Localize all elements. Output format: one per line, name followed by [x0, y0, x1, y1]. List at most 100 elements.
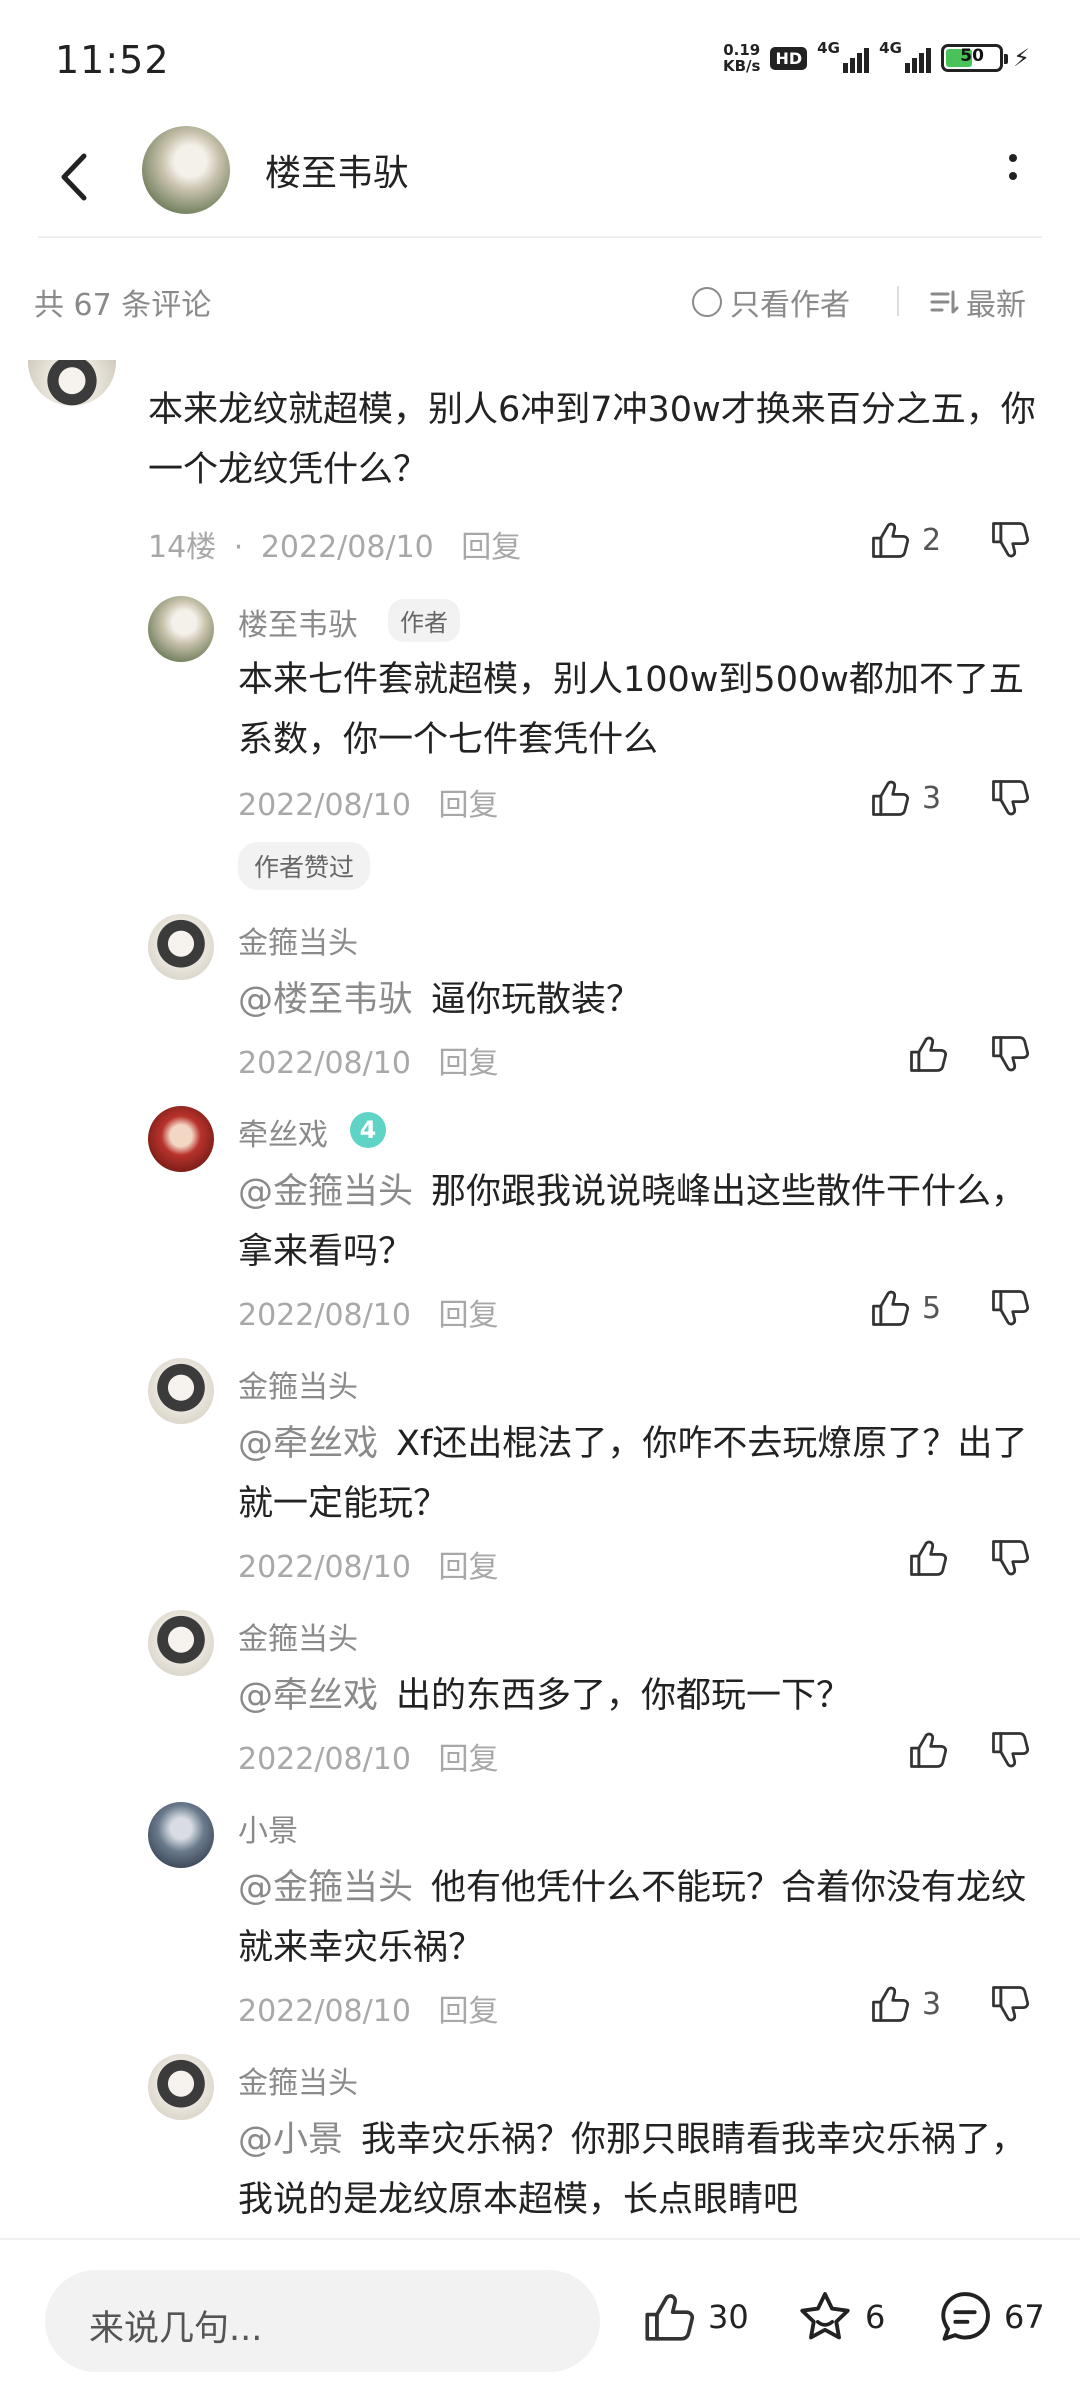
avatar[interactable]: [28, 360, 116, 406]
only-author-toggle[interactable]: 只看作者: [692, 280, 850, 324]
reply-author-name[interactable]: 牵丝戏: [238, 1110, 328, 1154]
only-author-label: 只看作者: [730, 288, 850, 323]
back-arrow-icon: [61, 153, 87, 201]
mention[interactable]: @小景: [238, 2120, 343, 2160]
status-time: 11:52: [55, 38, 170, 82]
reply-meta: 2022/08/10 回复: [238, 780, 498, 824]
thumb-down-icon[interactable]: [988, 1286, 1032, 1330]
reply-meta: 2022/08/10 回复: [238, 1542, 498, 1586]
like-count: 3: [922, 1986, 942, 2022]
thumb-down-icon[interactable]: [988, 1032, 1032, 1076]
signal-icon: 4G: [817, 39, 870, 73]
filter-bar: 共 67 条评论 只看作者 最新: [0, 270, 1080, 330]
reply-button[interactable]: 回复: [438, 1742, 498, 1777]
comment-bubble-icon: [941, 2292, 990, 2341]
comments-count: 67: [1004, 2298, 1045, 2336]
avatar[interactable]: [148, 1610, 214, 1676]
comment-content: 本来龙纹就超模，别人6冲到7冲30w才换来百分之五，你一个龙纹凭什么？: [148, 390, 1036, 490]
filter-divider: [897, 286, 899, 316]
thumb-up-icon: [640, 2288, 698, 2346]
reply-content: 本来七件套就超模，别人100w到500w都加不了五系数，你一个七件套凭什么: [238, 660, 1024, 760]
favorite-count: 6: [865, 2298, 886, 2336]
radio-icon: [692, 287, 722, 317]
reply-button[interactable]: 回复: [438, 1550, 498, 1585]
like-button[interactable]: 3: [868, 1982, 941, 2026]
reply-content: @金箍当头 他有他凭什么不能玩？合着你没有龙纹就来幸灾乐祸？: [238, 1868, 1027, 1968]
reply-content: @牵丝戏 Xf还出棍法了，你咋不去玩燎原了？出了就一定能玩？: [238, 1424, 1028, 1524]
reply-author-name[interactable]: 金箍当头: [238, 1614, 358, 1658]
like-button[interactable]: 3: [868, 776, 941, 820]
reply-meta: 2022/08/10 回复: [238, 1038, 498, 1082]
comment-date: 2022/08/10: [260, 530, 434, 565]
status-icons: 0.19 KB/s HD 4G 4G 50 ⚡: [723, 39, 1030, 75]
sort-icon: [930, 290, 959, 314]
reply-button[interactable]: 回复: [438, 1298, 498, 1333]
reply-button[interactable]: 回复: [438, 788, 498, 823]
bottom-bar: 来说几句... 30 6 67: [0, 2238, 1080, 2400]
avatar[interactable]: [148, 1106, 214, 1172]
favorite-button[interactable]: 6: [795, 2288, 885, 2346]
like-count: 3: [922, 780, 942, 816]
thumb-down-icon[interactable]: [988, 1728, 1032, 1772]
mention[interactable]: @金箍当头: [238, 1172, 413, 1212]
reply-button[interactable]: 回复: [438, 1994, 498, 2029]
more-options-button[interactable]: [1006, 150, 1020, 190]
status-bar: 11:52 0.19 KB/s HD 4G 4G 50 ⚡: [0, 0, 1080, 120]
like-count: 5: [922, 1290, 942, 1326]
back-button[interactable]: [50, 142, 96, 212]
more-dot-icon: [1009, 154, 1017, 162]
reply-content: @小景 我幸灾乐祸？你那只眼睛看我幸灾乐祸了，我说的是龙纹原本超模，长点眼睛吧: [238, 2120, 1027, 2220]
thumb-up-icon: [868, 776, 912, 820]
reply-author-name[interactable]: 金箍当头: [238, 1362, 358, 1406]
reply-author-name[interactable]: 小景: [238, 1806, 298, 1850]
reply-meta: 2022/08/10 回复: [238, 1290, 498, 1334]
thumb-down-icon[interactable]: [988, 518, 1032, 562]
reply-author-name[interactable]: 金箍当头: [238, 2058, 358, 2102]
thumb-up-icon[interactable]: [906, 1536, 950, 1580]
like-button[interactable]: 5: [868, 1286, 941, 1330]
avatar[interactable]: [148, 914, 214, 980]
avatar[interactable]: [148, 2054, 214, 2120]
thumb-up-icon[interactable]: [906, 1032, 950, 1076]
comment-meta: 14楼 · 2022/08/10 回复: [148, 530, 522, 565]
header-avatar[interactable]: [142, 126, 230, 214]
reply-author-name[interactable]: 楼至韦驮: [238, 600, 358, 644]
battery-icon: 50: [941, 44, 1009, 72]
thumb-down-icon[interactable]: [988, 776, 1032, 820]
mention[interactable]: @牵丝戏: [238, 1676, 378, 1716]
header: 楼至韦驮: [0, 120, 1080, 238]
avatar[interactable]: [148, 1358, 214, 1424]
reply-date: 2022/08/10: [238, 1550, 411, 1585]
post-like-button[interactable]: 30: [640, 2288, 749, 2346]
avatar[interactable]: [148, 596, 214, 662]
avatar[interactable]: [148, 1802, 214, 1868]
thumb-up-icon: [868, 518, 912, 562]
reply-author-name[interactable]: 金箍当头: [238, 918, 358, 962]
hd-icon: HD: [770, 46, 808, 70]
header-divider: [38, 236, 1042, 238]
author-tag: 作者: [388, 599, 460, 642]
comment-input-placeholder: 来说几句...: [89, 2309, 263, 2349]
thumb-up-icon[interactable]: [906, 1728, 950, 1772]
sort-button[interactable]: 最新: [928, 280, 1026, 324]
mention[interactable]: @金箍当头: [238, 1868, 413, 1908]
reply-content: @楼至韦驮 逼你玩散装？: [238, 980, 642, 1020]
comment-count: 共 67 条评论: [34, 288, 212, 323]
thumb-down-icon[interactable]: [988, 1982, 1032, 2026]
network-speed: 0.19 KB/s: [723, 41, 761, 75]
reply-meta: 2022/08/10 回复: [238, 1986, 498, 2030]
mention[interactable]: @楼至韦驮: [238, 980, 413, 1020]
level-badge: 4: [350, 1112, 386, 1148]
thumb-down-icon[interactable]: [988, 1536, 1032, 1580]
mention[interactable]: @牵丝戏: [238, 1424, 378, 1464]
like-button[interactable]: 2: [868, 518, 941, 562]
floor-number: 14楼: [148, 530, 217, 565]
comment-input[interactable]: 来说几句...: [45, 2270, 600, 2372]
reply-button[interactable]: 回复: [438, 1046, 498, 1081]
reply-date: 2022/08/10: [238, 1742, 411, 1777]
star-icon: [800, 2292, 850, 2340]
header-title[interactable]: 楼至韦驮: [265, 144, 409, 196]
reply-button[interactable]: 回复: [461, 530, 521, 565]
thumb-up-icon: [868, 1982, 912, 2026]
comments-button[interactable]: 67: [936, 2288, 1045, 2346]
